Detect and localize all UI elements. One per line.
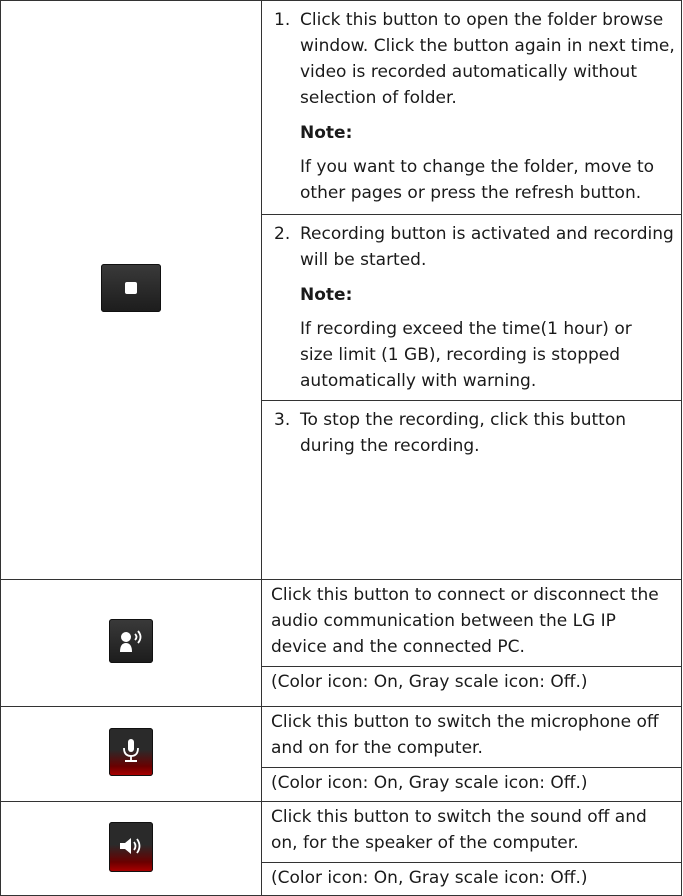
table-row-microphone: Click this button to switch the micropho… xyxy=(0,706,682,802)
step-text: Recording button is activated and record… xyxy=(300,224,674,270)
description-cell: Click this button to switch the sound of… xyxy=(261,801,682,896)
icon-cell xyxy=(0,801,262,896)
button-description-table: 1. Click this button to open the folder … xyxy=(0,0,682,896)
status-text: (Color icon: On, Gray scale icon: Off.) xyxy=(262,862,681,891)
audio-communication-button[interactable] xyxy=(109,619,153,663)
microphone-button[interactable] xyxy=(109,728,153,776)
microphone-icon xyxy=(123,739,139,762)
note-label: Note: xyxy=(300,123,353,143)
description-cell: Click this button to connect or disconne… xyxy=(261,579,682,707)
status-text: (Color icon: On, Gray scale icon: Off.) xyxy=(262,767,681,796)
description-text: Click this button to connect or disconne… xyxy=(271,585,659,657)
note-text: If you want to change the folder, move t… xyxy=(300,157,655,203)
icon-cell xyxy=(0,706,262,802)
step-text: To stop the recording, click this button… xyxy=(300,410,627,456)
step-text: Click this button to open the folder bro… xyxy=(300,10,675,108)
icon-cell xyxy=(0,0,262,580)
note-label: Note: xyxy=(300,285,353,305)
audio-communication-icon xyxy=(120,630,142,652)
note-text: If recording exceed the time(1 hour) or … xyxy=(300,319,632,391)
steps-list: 1. Click this button to open the folder … xyxy=(262,1,681,459)
icon-cell xyxy=(0,579,262,707)
speaker-icon xyxy=(120,837,141,854)
table-row-record: 1. Click this button to open the folder … xyxy=(0,0,682,580)
speaker-button[interactable] xyxy=(109,821,153,872)
status-text: (Color icon: On, Gray scale icon: Off.) xyxy=(262,666,681,695)
record-button[interactable] xyxy=(101,264,161,312)
description-cell: 1. Click this button to open the folder … xyxy=(261,0,682,580)
table-row-speaker: Click this button to switch the sound of… xyxy=(0,801,682,896)
description-text: Click this button to switch the sound of… xyxy=(271,807,647,853)
list-item: 2. Recording button is activated and rec… xyxy=(262,214,681,400)
list-item: 3. To stop the recording, click this but… xyxy=(262,400,681,459)
description-cell: Click this button to switch the micropho… xyxy=(261,706,682,802)
list-item: 1. Click this button to open the folder … xyxy=(262,1,681,214)
description-text: Click this button to switch the micropho… xyxy=(271,712,659,758)
record-icon xyxy=(125,282,137,294)
table-row-audio: Click this button to connect or disconne… xyxy=(0,579,682,707)
